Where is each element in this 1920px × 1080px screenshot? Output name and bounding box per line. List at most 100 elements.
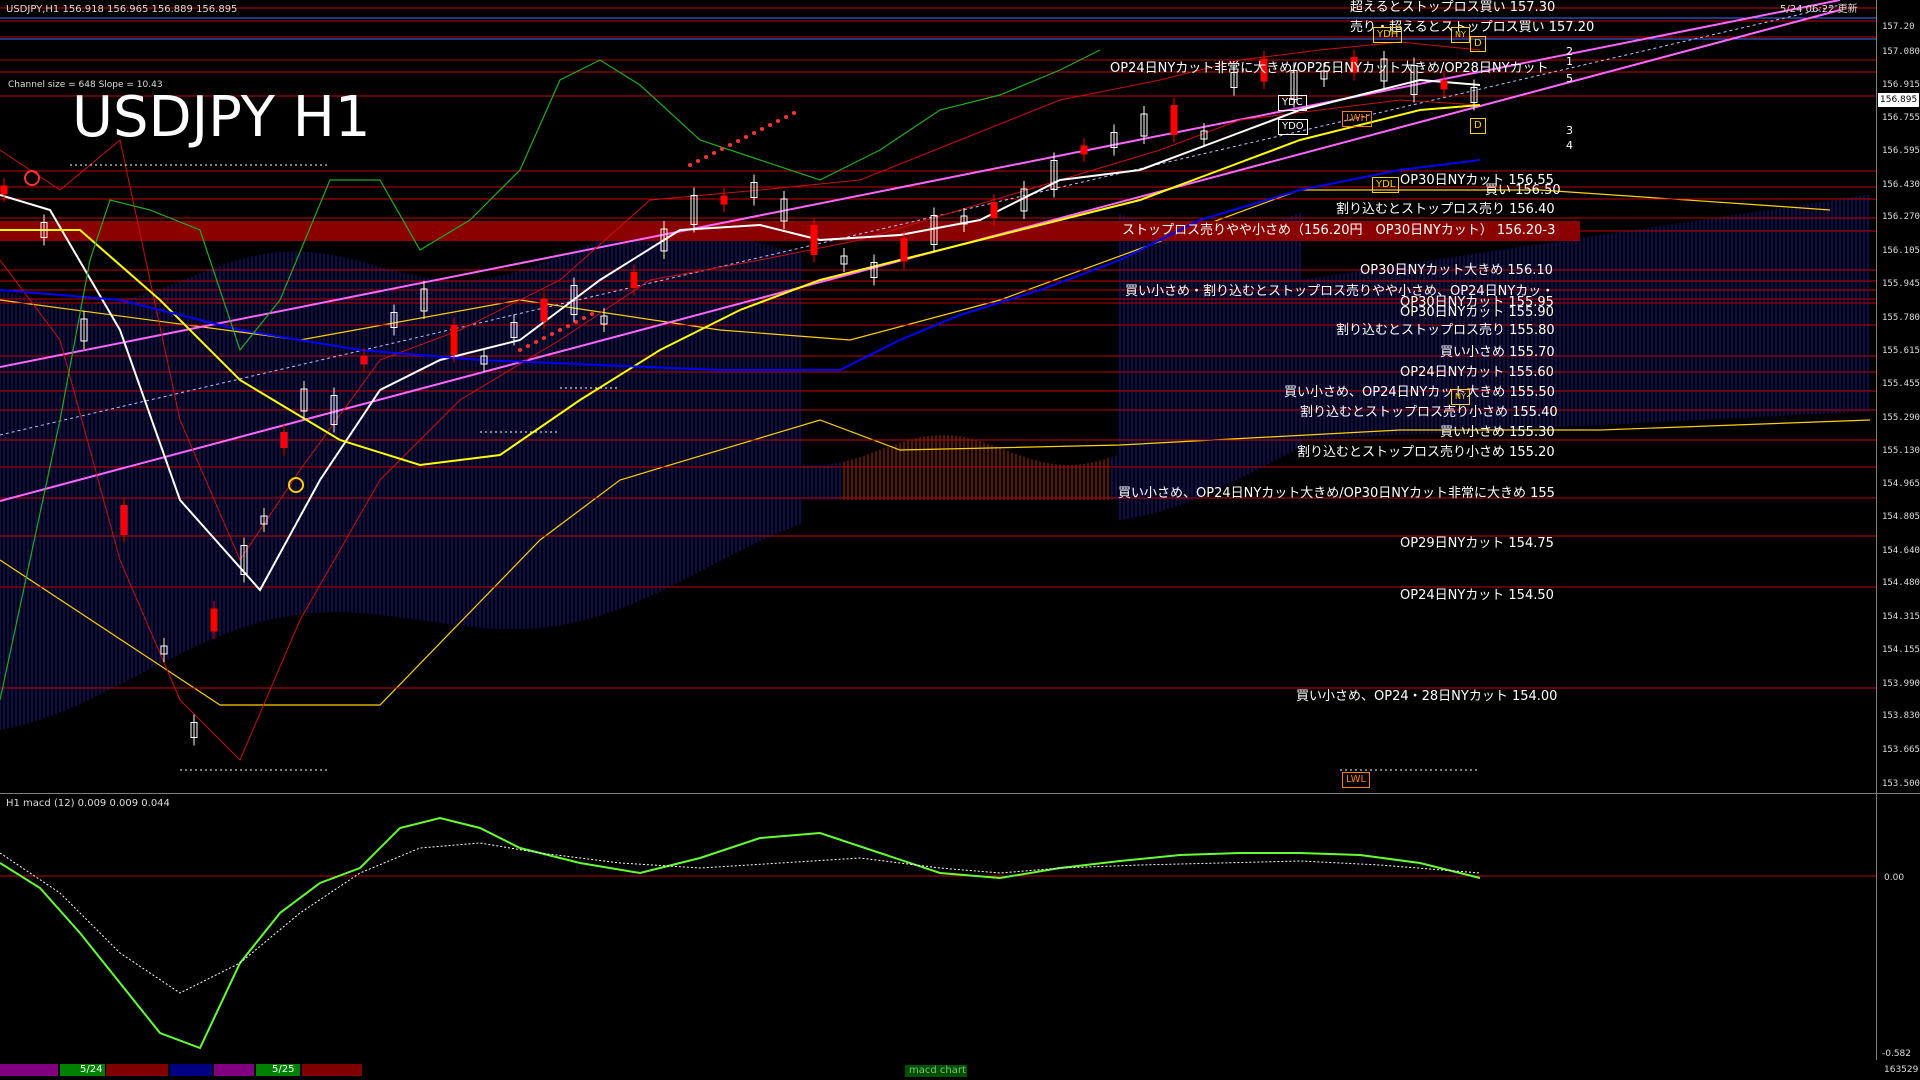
fib-number: 5 [1566,72,1573,85]
candle-body [1170,105,1178,135]
level-label: 買い小さめ、OP24・28日NYカット 154.00 [1296,689,1558,704]
session-segment [214,1064,254,1076]
lwl-tag: LWL [1342,772,1371,788]
price-tick: 153.830 [1882,711,1920,722]
price-tick: 154.155 [1882,644,1920,655]
price-tick: 156.270 [1882,212,1920,223]
fib-number: 3 [1566,124,1573,137]
candle-body [280,432,288,448]
session-segment [106,1064,168,1076]
level-label: 買い小さめ、OP24日NYカット大きめ 155.50 [1284,385,1555,400]
candle-body [810,225,818,255]
price-tick: 156.755 [1882,113,1920,124]
price-tick: 155.945 [1882,278,1920,289]
sar-dot [776,119,780,123]
bar-right-value: 163529 [1884,1065,1919,1075]
candle-body [120,505,128,535]
sar-dot [768,123,772,127]
pane-separator[interactable] [0,793,1920,794]
ydo-tag: YDO [1278,119,1308,135]
candle-body [720,195,728,205]
sar-dot [518,348,522,352]
fib-number: 1 [1566,55,1573,68]
sar-dot [784,115,788,119]
ichimoku-cloud [0,194,1869,730]
ydl-tag: YDL [1372,177,1400,193]
candle-body [450,325,458,355]
level-label: 買い小さめ 155.70 [1440,345,1555,360]
candle-body [1080,145,1088,155]
level-label: 買い小さめ 155.30 [1440,425,1555,440]
ydc-tag: YDC [1278,95,1307,111]
macd-tab[interactable]: macd chart [905,1065,967,1077]
price-tick: 153.665 [1882,745,1920,756]
candle-body [630,272,638,288]
sar-dot [760,127,764,131]
candle-body [900,238,908,262]
sar-dot [550,332,554,336]
level-label: 割り込むとストップロス売り小さめ 155.40 [1300,405,1558,420]
sar-dot [558,328,562,332]
level-label: OP24日NYカット 155.60 [1400,365,1554,380]
fib-number: 4 [1566,139,1573,152]
candle-body [210,608,218,632]
price-tick: 157.080 [1882,46,1920,57]
price-tick: 153.500 [1882,779,1920,789]
chart-window: USDJPY,H1 156.918 156.965 156.889 156.89… [0,0,1920,1080]
level-label: OP24日NYカット非常に大きめ/OP25日NYカット大きめ/OP28日NYカッ… [1110,61,1549,76]
sar-dot [704,155,708,159]
signal-line [0,842,1481,994]
sar-dot [696,159,700,163]
level-label: 割り込むとストップロス売り 155.80 [1336,323,1555,338]
sar-dot [526,344,530,348]
price-tick: 154.805 [1882,512,1920,522]
price-axis-border [1876,0,1877,1060]
magnet-icon [24,170,40,186]
level-label: 買い 156.50 [1485,183,1561,198]
level-label: OP30日NYカット大きめ 156.10 [1360,263,1553,278]
level-label: ストップロス売りやや小さめ（156.20円 OP30日NYカット） 156.20… [1122,223,1556,238]
current-price-badge: 156.895 [1878,93,1920,107]
sar-dot [590,312,594,316]
level-label: 割り込むとストップロス売り 156.40 [1336,202,1555,217]
big-title: USDJPY H1 [72,85,371,150]
price-tick: 154.480 [1882,578,1920,589]
date-label: 5/25 [272,1064,295,1075]
macd-min-tick: -0.582 [1882,1049,1912,1059]
session-segment [0,1064,58,1076]
price-tick: 155.615 [1882,346,1920,357]
level-label: OP30日NYカット 155.90 [1400,305,1554,320]
macd-zero-tick: 0.00 [1884,873,1905,883]
macd-chart[interactable] [0,793,1920,1060]
level-label: OP24日NYカット 154.50 [1400,588,1554,603]
server-time: 5/24 06:22 更新 [1780,4,1858,15]
price-tick: 153.990 [1882,678,1920,689]
symbol-info: USDJPY,H1 156.918 156.965 156.889 156.89… [6,4,238,15]
sar-dot [688,163,692,167]
price-tick: 156.915 [1882,80,1920,91]
level-label: 割り込むとストップロス売り小さめ 155.20 [1297,445,1555,460]
price-tick: 154.965 [1882,479,1920,490]
ny-tag-top: NY [1451,27,1470,43]
sar-dot [752,131,756,135]
sar-dot [566,324,570,328]
d-tag-top: D [1470,36,1486,52]
lwh-tag: LWH [1342,111,1373,127]
price-tick: 156.105 [1882,246,1920,257]
timeframe-bar: 5/24 5/25 macd chart 163529 [0,1060,1920,1080]
level-label: 超えるとストップロス買い 157.30 [1350,0,1556,15]
macd-tab-label: macd chart [909,1065,966,1076]
candle-body [0,185,8,195]
sar-dot [728,143,732,147]
price-tick: 154.315 [1882,612,1920,623]
sar-dot [736,139,740,143]
sar-dot [582,316,586,320]
ydh-tag: YDH [1373,27,1403,43]
d-tag-bottom: D [1470,118,1486,134]
price-tick: 155.455 [1882,379,1920,390]
macd-title: H1 macd (12) 0.009 0.009 0.044 [6,798,170,809]
price-tick: 156.595 [1882,145,1920,156]
sar-dot [542,336,546,340]
sar-dot [792,111,796,115]
sar-dot [534,340,538,344]
